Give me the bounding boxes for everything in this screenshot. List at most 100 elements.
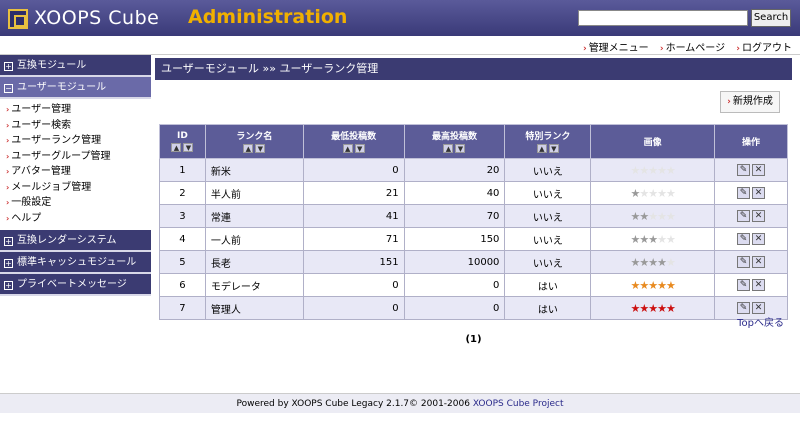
col-id: ID ▲ ▼ <box>159 124 206 159</box>
search-input[interactable] <box>578 10 748 26</box>
sort-controls: ▲ ▼ <box>405 144 505 154</box>
search-button[interactable]: Search <box>751 9 791 27</box>
sidebar-item-group-admin[interactable]: › ユーザーグループ管理 <box>6 149 151 165</box>
sidebar-item-help[interactable]: › ヘルプ <box>6 211 151 227</box>
rank-table-body: 1 新米 0 20 いいえ ★★★★★ ✎ ✕ 2 半人前 21 40 いいえ ★★★★★ ✎ ✕ 3 常連 41 7… <box>159 158 788 320</box>
back-to-top-link[interactable]: Topへ戻る <box>737 314 784 329</box>
sort-desc-icon[interactable]: ▼ <box>183 142 194 152</box>
new-rank-button[interactable]: › 新規作成 <box>720 91 780 113</box>
arrow-icon: › <box>659 44 664 54</box>
cell-rank-name: 長老 <box>204 250 304 274</box>
sort-desc-icon[interactable]: ▼ <box>255 144 266 153</box>
sort-asc-icon[interactable]: ▲ <box>443 144 454 153</box>
star-icon: ★ <box>657 278 667 292</box>
topnav-logout[interactable]: › ログアウト <box>736 43 792 54</box>
arrow-icon: › <box>6 151 10 161</box>
sidebar-section-label: プライベートメッセージ <box>17 279 127 290</box>
sidebar-item-general-settings[interactable]: › 一般設定 <box>6 195 151 211</box>
col-id-label: ID <box>177 130 188 141</box>
topnav-home[interactable]: › ホームページ <box>660 43 725 54</box>
star-icon: ★ <box>630 209 640 223</box>
cell-max-posts: 20 <box>403 158 506 182</box>
cell-actions: ✎ ✕ <box>714 250 788 274</box>
footer-project-link[interactable]: XOOPS Cube Project <box>473 399 564 409</box>
edit-icon[interactable]: ✎ <box>737 164 751 176</box>
topnav-label: ホームページ <box>665 43 726 54</box>
sidebar-section-cache-module[interactable]: + 標準キャッシュモジュール <box>0 252 151 274</box>
sidebar-item-label: アバター管理 <box>11 166 71 177</box>
sidebar-item-avatar-admin[interactable]: › アバター管理 <box>6 164 151 180</box>
topnav-admin-menu[interactable]: › 管理メニュー <box>583 43 649 54</box>
edit-icon[interactable]: ✎ <box>737 279 751 291</box>
arrow-icon: › <box>6 198 10 207</box>
sort-asc-icon[interactable]: ▲ <box>171 142 182 152</box>
delete-icon[interactable]: ✕ <box>752 302 766 314</box>
sort-asc-icon[interactable]: ▲ <box>243 144 254 153</box>
col-special-label: 特別ランク <box>525 132 571 142</box>
edit-icon[interactable]: ✎ <box>737 302 751 314</box>
sidebar-item-user-search[interactable]: › ユーザー検索 <box>6 118 151 134</box>
cell-rank-name: モデレータ <box>204 273 304 297</box>
cell-max-posts: 150 <box>403 227 506 251</box>
cell-special: いいえ <box>504 227 592 251</box>
cell-id: 7 <box>159 296 206 320</box>
star-icon: ★ <box>630 232 640 246</box>
star-icon: ★ <box>648 278 658 292</box>
cell-actions: ✎ ✕ <box>714 204 788 228</box>
star-icon: ★ <box>630 301 640 315</box>
sort-desc-icon[interactable]: ▼ <box>455 144 466 153</box>
table-row: 6 モデレータ 0 0 はい ★★★★★ ✎ ✕ <box>159 273 788 297</box>
sort-desc-icon[interactable]: ▼ <box>354 144 365 153</box>
sidebar-section-label: 互換モジュール <box>17 60 87 71</box>
star-icon: ★ <box>665 232 676 246</box>
collapse-icon: − <box>4 84 13 93</box>
edit-icon[interactable]: ✎ <box>737 233 751 245</box>
sidebar-section-compat-modules[interactable]: + 互換モジュール <box>0 55 151 77</box>
cell-id: 5 <box>159 250 206 274</box>
delete-icon[interactable]: ✕ <box>752 279 766 291</box>
sidebar-section-label: ユーザーモジュール <box>17 82 107 93</box>
pager[interactable]: (1) <box>155 334 792 345</box>
star-icon: ★ <box>648 232 658 246</box>
cell-max-posts: 40 <box>403 181 506 205</box>
delete-icon[interactable]: ✕ <box>752 210 766 222</box>
delete-icon[interactable]: ✕ <box>752 187 766 199</box>
cell-min-posts: 0 <box>302 296 405 320</box>
col-image: 画像 <box>590 124 716 159</box>
delete-icon[interactable]: ✕ <box>752 233 766 245</box>
table-row: 2 半人前 21 40 いいえ ★★★★★ ✎ ✕ <box>159 181 788 205</box>
edit-icon[interactable]: ✎ <box>737 256 751 268</box>
sidebar-section-render-system[interactable]: + 互換レンダーシステム <box>0 230 151 252</box>
sidebar-item-user-admin[interactable]: › ユーザー管理 <box>6 102 151 118</box>
table-row: 7 管理人 0 0 はい ★★★★★ ✎ ✕ <box>159 296 788 320</box>
star-icon: ★ <box>665 255 676 269</box>
sidebar-item-label: メールジョブ管理 <box>11 181 92 193</box>
admin-title: Administration <box>188 6 348 28</box>
sort-asc-icon[interactable]: ▲ <box>536 144 547 153</box>
breadcrumb: ユーザーモジュール »» ユーザーランク管理 <box>155 58 792 80</box>
star-icon: ★ <box>648 301 658 315</box>
delete-icon[interactable]: ✕ <box>752 164 766 176</box>
delete-icon[interactable]: ✕ <box>752 256 766 268</box>
cell-special: いいえ <box>504 204 592 228</box>
edit-icon[interactable]: ✎ <box>737 187 751 199</box>
cell-rank-image: ★★★★★ <box>590 273 716 297</box>
sort-controls: ▲ ▼ <box>505 144 590 154</box>
cell-rank-name: 常連 <box>204 204 304 228</box>
sort-desc-icon[interactable]: ▼ <box>548 144 559 153</box>
new-rank-button-label: 新規作成 <box>732 96 773 107</box>
sidebar-item-rank-admin[interactable]: › ユーザーランク管理 <box>6 133 151 149</box>
arrow-icon: › <box>6 136 10 145</box>
edit-icon[interactable]: ✎ <box>737 210 751 222</box>
cell-id: 6 <box>159 273 206 297</box>
sidebar-section-user-module[interactable]: − ユーザーモジュール <box>0 77 151 99</box>
col-rank-name-label: ランク名 <box>236 132 273 142</box>
star-icon: ★ <box>657 186 667 200</box>
star-icon: ★ <box>657 163 667 177</box>
sort-asc-icon[interactable]: ▲ <box>342 144 353 153</box>
sidebar-item-mailjob-admin[interactable]: › メールジョブ管理 <box>6 180 151 196</box>
sidebar-section-private-message[interactable]: + プライベートメッセージ <box>0 274 151 296</box>
cell-special: いいえ <box>504 181 592 205</box>
cell-min-posts: 71 <box>302 227 405 251</box>
cell-special: はい <box>504 296 592 320</box>
